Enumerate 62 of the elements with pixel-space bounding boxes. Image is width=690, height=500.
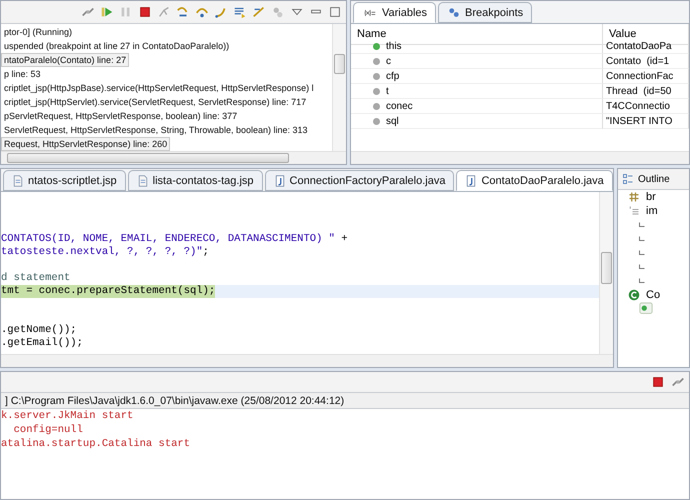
console-line: config=null: [12, 423, 84, 437]
outline-icon: [622, 173, 634, 185]
editor-tab[interactable]: lista-contatos-tag.jsp: [128, 170, 263, 191]
table-cell: conec: [351, 99, 603, 114]
table-cell: Thread (id=50: [603, 84, 689, 99]
stack-frame[interactable]: Request, HttpServletResponse) line: 260: [1, 137, 170, 151]
step-over-icon[interactable]: [195, 5, 209, 19]
table-cell: Contato (id=1: [603, 54, 689, 69]
resume-icon[interactable]: [100, 5, 114, 19]
code-line: d statement: [1, 272, 72, 285]
table-cell: t: [351, 84, 603, 99]
breakpoints-icon: [447, 6, 462, 18]
table-cell: "INSERT INTO: [603, 114, 689, 129]
table-cell: T4CConnectio: [603, 99, 689, 114]
stack-frame[interactable]: criptlet_jsp(HttpJspBase).service(HttpServletRequest, HttpServletResponse) l: [1, 81, 317, 95]
table-cell: ContatoDaoPa: [603, 39, 689, 54]
step-into-icon[interactable]: [176, 5, 190, 19]
code-line: .getEmail());: [1, 337, 84, 350]
jsp-file-icon: [136, 174, 149, 186]
console-title: ] C:\Program Files\Java\jdk1.6.0_07\bin\javaw.exe (25/08/2012 20:44:12): [5, 394, 344, 406]
stack-frame[interactable]: pServletRequest, HttpServletResponse, boolean) line: 377: [1, 109, 240, 123]
table-cell: ConnectionFac: [603, 69, 689, 84]
method-icon: [638, 302, 654, 316]
console-line: k.server.JkMain start: [1, 409, 134, 423]
stack-frame[interactable]: ServletRequest, HttpServletResponse, String, Throwable, boolean) line: 313: [1, 123, 311, 137]
java-file-icon: [465, 174, 478, 186]
table-cell: cfp: [351, 69, 603, 84]
table-cell: this: [351, 39, 603, 54]
editor-tab[interactable]: ContatoDaoParalelo.java: [456, 170, 613, 191]
outline-item[interactable]: Co: [646, 289, 660, 301]
view-tab[interactable]: Breakpoints: [438, 2, 532, 23]
scrollbar[interactable]: [599, 192, 613, 354]
imports-icon: [628, 205, 640, 217]
view-tab[interactable]: Variables: [353, 2, 436, 23]
editor-tab[interactable]: ConnectionFactoryParalelo.java: [264, 170, 454, 191]
stack-frame[interactable]: uspended (breakpoint at line 27 in ContatoDaoParalelo)): [1, 39, 232, 53]
drop-to-frame-icon[interactable]: [233, 5, 247, 19]
scrollbar[interactable]: [1, 151, 346, 164]
code-line: tatosteste.nextval, ?, ?, ?, ?)";: [1, 246, 210, 259]
stack-frame[interactable]: ptor-0] (Running): [1, 25, 76, 39]
editor-tab[interactable]: ntatos-scriptlet.jsp: [3, 170, 126, 191]
terminate-icon[interactable]: [651, 375, 665, 389]
outline-item[interactable]: br: [646, 191, 656, 203]
java-file-icon: [274, 174, 286, 186]
stack-frame[interactable]: criptlet_jsp(HttpServlet).service(ServletRequest, ServletResponse) line: 717: [1, 95, 310, 109]
package-icon: [628, 191, 640, 203]
jsp-file-icon: [12, 174, 24, 186]
scrollbar[interactable]: [1, 354, 613, 367]
scrollbar[interactable]: [332, 24, 346, 151]
scrollbar[interactable]: [351, 151, 689, 164]
terminate-icon[interactable]: [138, 5, 152, 19]
threads-icon[interactable]: [271, 5, 285, 19]
class-icon: [628, 289, 640, 301]
stack-frame[interactable]: ntatoParalelo(Contato) line: 27: [1, 53, 130, 67]
table-cell: sql: [351, 114, 603, 129]
maximize-icon[interactable]: [328, 5, 342, 19]
table-cell: c: [351, 54, 603, 69]
outline-item[interactable]: im: [646, 205, 658, 217]
stack-frame[interactable]: p line: 53: [1, 67, 44, 81]
console-line: atalina.startup.Catalina start: [1, 437, 192, 451]
code-line: .getNome());: [1, 324, 78, 337]
code-line: CONTATOS(ID, NOME, EMAIL, ENDERECO, DATANASCIMENTO) " +: [1, 233, 349, 246]
